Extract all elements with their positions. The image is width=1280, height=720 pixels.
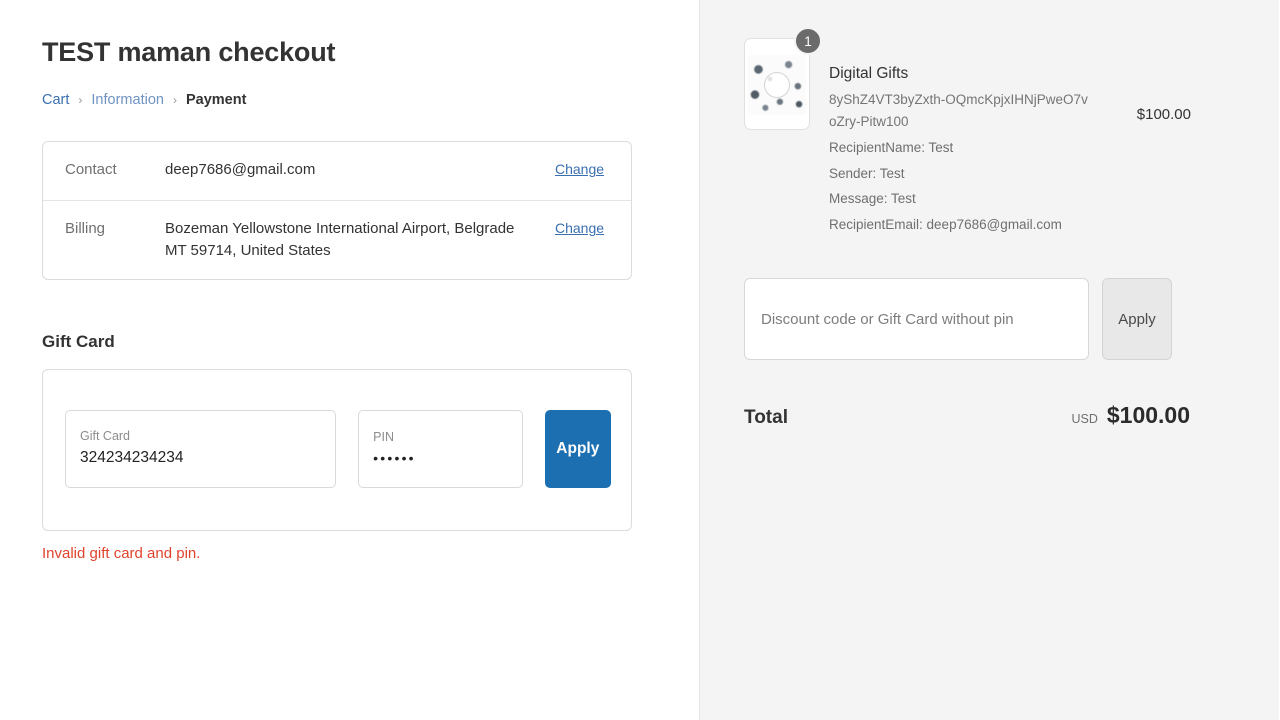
gift-card-box: Gift Card 324234234234 PIN •••••• Apply <box>42 368 632 531</box>
apply-gift-card-button[interactable]: Apply <box>544 409 611 488</box>
line-item-variant: 8yShZ4VT3byZxth-OQmcKpjxIHNjPweO7voZry-P… <box>829 91 1088 129</box>
order-review-card: Contact deep7686@gmail.com Change Billin… <box>42 141 632 280</box>
breadcrumb-information[interactable]: Information <box>91 92 164 108</box>
review-row-contact: Contact deep7686@gmail.com Change <box>43 142 631 200</box>
change-contact-link[interactable]: Change <box>555 159 604 179</box>
gift-card-input-label: Gift Card <box>80 429 131 444</box>
order-total-row: Total USD $100.00 <box>744 402 1191 429</box>
breadcrumb-payment: Payment <box>185 92 247 109</box>
line-item-property: RecipientEmail: deep7686@gmail.com <box>829 217 1062 233</box>
line-item-property: RecipientName: Test <box>829 139 954 155</box>
checkout-page: TEST maman checkout Cart › Information ›… <box>0 0 1280 720</box>
gift-card-error-message: Invalid gift card and pin. <box>42 544 201 562</box>
discount-code-input[interactable] <box>744 278 1089 361</box>
line-item-details: Digital Gifts 8yShZ4VT3byZxth-OQmcKpjxIH… <box>829 38 1137 238</box>
breadcrumb: Cart › Information › Payment <box>42 92 639 108</box>
line-item: 1 Digital Gifts 8yShZ4VT3byZxth-OQmcKpjx… <box>744 27 1191 238</box>
total-currency: USD <box>1071 412 1098 427</box>
line-item-property: Sender: Test <box>829 165 905 181</box>
gift-card-input[interactable]: Gift Card 324234234234 <box>65 409 337 488</box>
billing-value: Bozeman Yellowstone International Airpor… <box>165 220 515 260</box>
apply-discount-button[interactable]: Apply <box>1102 278 1172 361</box>
total-label: Total <box>744 407 788 429</box>
pin-input-label: PIN <box>373 430 395 445</box>
pin-input-value: •••••• <box>373 450 416 467</box>
product-image-center-ring <box>764 72 790 98</box>
total-amount: $100.00 <box>1106 402 1190 429</box>
gift-card-pin-input[interactable]: PIN •••••• <box>358 409 523 488</box>
chevron-right-icon: › <box>78 93 83 108</box>
change-billing-link[interactable]: Change <box>555 218 604 238</box>
review-row-billing: Billing Bozeman Yellowstone Internationa… <box>43 200 631 279</box>
line-item-property: Message: Test <box>829 191 916 207</box>
billing-label: Billing <box>65 220 106 238</box>
line-item-title: Digital Gifts <box>829 65 909 82</box>
discount-row: Apply <box>744 278 1191 361</box>
chevron-right-icon: › <box>172 93 177 108</box>
line-item-price: $100.00 <box>1136 106 1191 123</box>
page-title: TEST maman checkout <box>42 37 336 67</box>
order-summary-panel: 1 Digital Gifts 8yShZ4VT3byZxth-OQmcKpjx… <box>700 0 1279 720</box>
gift-card-input-value: 324234234234 <box>80 449 184 467</box>
gift-card-section: Gift Card Gift Card 324234234234 PIN •••… <box>42 332 639 562</box>
gift-card-heading: Gift Card <box>42 331 115 351</box>
contact-value: deep7686@gmail.com <box>165 161 316 179</box>
contact-label: Contact <box>65 161 117 179</box>
checkout-main-column: TEST maman checkout Cart › Information ›… <box>0 0 700 720</box>
line-item-thumbnail-wrap: 1 <box>744 27 822 130</box>
quantity-badge: 1 <box>794 27 822 55</box>
breadcrumb-cart[interactable]: Cart <box>42 92 69 108</box>
